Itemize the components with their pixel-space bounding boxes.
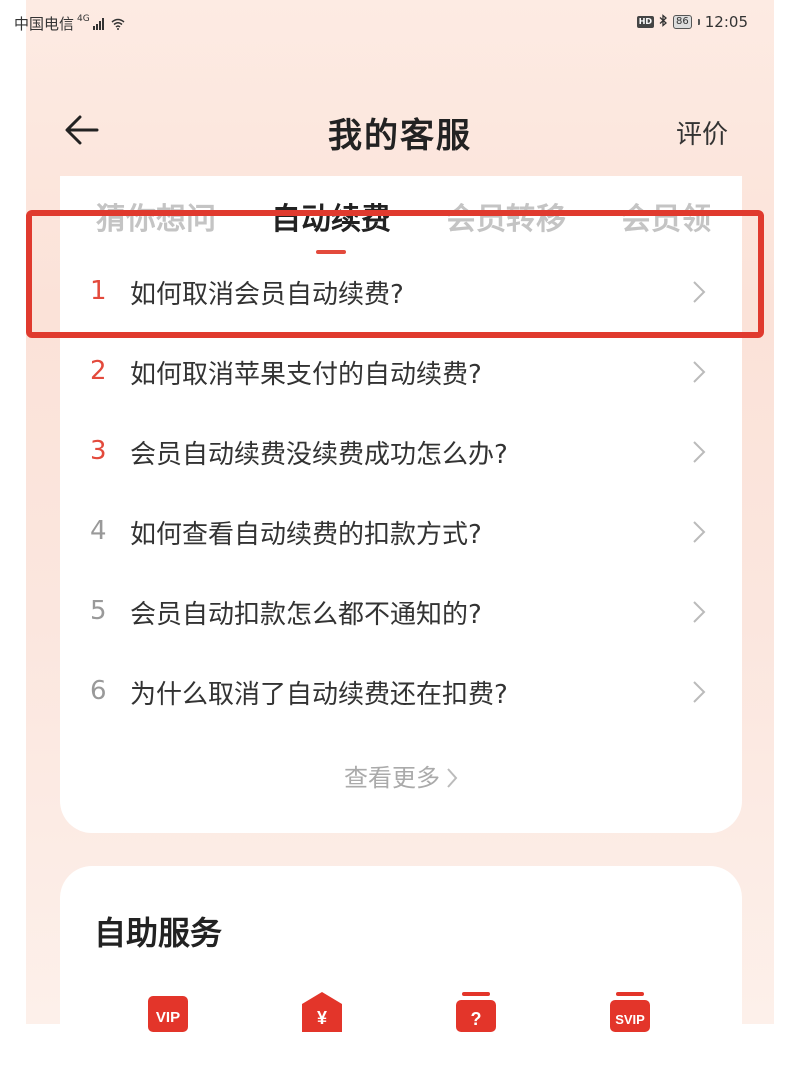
clock: 12:05	[704, 13, 748, 31]
view-more-link[interactable]: 查看更多	[60, 758, 742, 793]
chevron-right-icon	[693, 601, 706, 623]
chevron-right-icon	[693, 441, 706, 463]
network-type: 4G	[77, 13, 90, 24]
bluetooth-icon	[659, 13, 668, 31]
nav-header: 我的客服 评价	[0, 100, 800, 160]
chevron-right-icon	[447, 768, 458, 788]
faq-item-5[interactable]: 5 会员自动扣款怎么都不通知的?	[60, 572, 742, 652]
faq-number: 1	[90, 276, 107, 306]
self-service-card: 自助服务 VIP ¥ ? SVIP	[60, 866, 742, 1066]
faq-question: 会员自动续费没续费成功怎么办?	[130, 440, 508, 470]
yuan-label: ¥	[317, 1008, 327, 1028]
question-label: ?	[471, 1009, 482, 1029]
faq-question: 如何查看自动续费的扣款方式?	[130, 520, 482, 550]
battery-icon: 86	[673, 15, 692, 29]
carrier-name: 中国电信	[14, 15, 75, 33]
tab-bar: 猜你想问 自动续费 会员转移 会员领	[60, 190, 742, 260]
chevron-right-icon	[693, 521, 706, 543]
tab-member-transfer[interactable]: 会员转移	[446, 194, 566, 238]
tab-guess[interactable]: 猜你想问	[96, 194, 216, 238]
faq-number: 2	[90, 356, 107, 386]
chevron-right-icon	[693, 681, 706, 703]
status-right: HD 86 12:05	[636, 13, 748, 31]
signal-icon	[92, 17, 104, 30]
faq-list: 1 如何取消会员自动续费? 2 如何取消苹果支付的自动续费? 3 会员自动续费没…	[60, 252, 742, 732]
faq-card: 猜你想问 自动续费 会员转移 会员领 1 如何取消会员自动续费? 2 如何取消苹…	[60, 176, 742, 833]
svip-icon[interactable]: SVIP	[608, 992, 652, 1032]
faq-number: 3	[90, 436, 107, 466]
faq-question: 如何取消会员自动续费?	[130, 280, 404, 310]
faq-item-1[interactable]: 1 如何取消会员自动续费?	[60, 252, 742, 332]
faq-item-4[interactable]: 4 如何查看自动续费的扣款方式?	[60, 492, 742, 572]
faq-question: 为什么取消了自动续费还在扣费?	[130, 680, 508, 710]
vip-icon[interactable]: VIP	[146, 992, 190, 1032]
chevron-right-icon	[693, 361, 706, 383]
svip-label: SVIP	[615, 1012, 645, 1027]
faq-item-2[interactable]: 2 如何取消苹果支付的自动续费?	[60, 332, 742, 412]
battery-tip	[697, 19, 700, 25]
hd-badge: HD	[636, 16, 655, 28]
chevron-right-icon	[693, 281, 706, 303]
faq-number: 5	[90, 596, 107, 626]
faq-item-6[interactable]: 6 为什么取消了自动续费还在扣费?	[60, 652, 742, 732]
faq-number: 6	[90, 676, 107, 706]
faq-question: 会员自动扣款怎么都不通知的?	[130, 600, 482, 630]
battery-level: 86	[676, 16, 689, 27]
view-more-label: 查看更多	[344, 764, 440, 792]
tab-auto-renew[interactable]: 自动续费	[271, 194, 391, 238]
status-left: 中国电信 4G	[14, 13, 125, 34]
vip-label: VIP	[156, 1009, 180, 1026]
section-title: 自助服务	[94, 914, 223, 952]
wifi-icon	[111, 18, 125, 30]
faq-number: 4	[90, 516, 107, 546]
status-bar: 中国电信 4G HD 86 12:05	[0, 0, 800, 44]
yuan-icon[interactable]: ¥	[300, 992, 344, 1032]
rate-button[interactable]: 评价	[676, 114, 728, 151]
faq-item-3[interactable]: 3 会员自动续费没续费成功怎么办?	[60, 412, 742, 492]
faq-question: 如何取消苹果支付的自动续费?	[130, 360, 482, 390]
tab-member-claim[interactable]: 会员领	[621, 194, 711, 238]
question-icon[interactable]: ?	[454, 992, 498, 1032]
